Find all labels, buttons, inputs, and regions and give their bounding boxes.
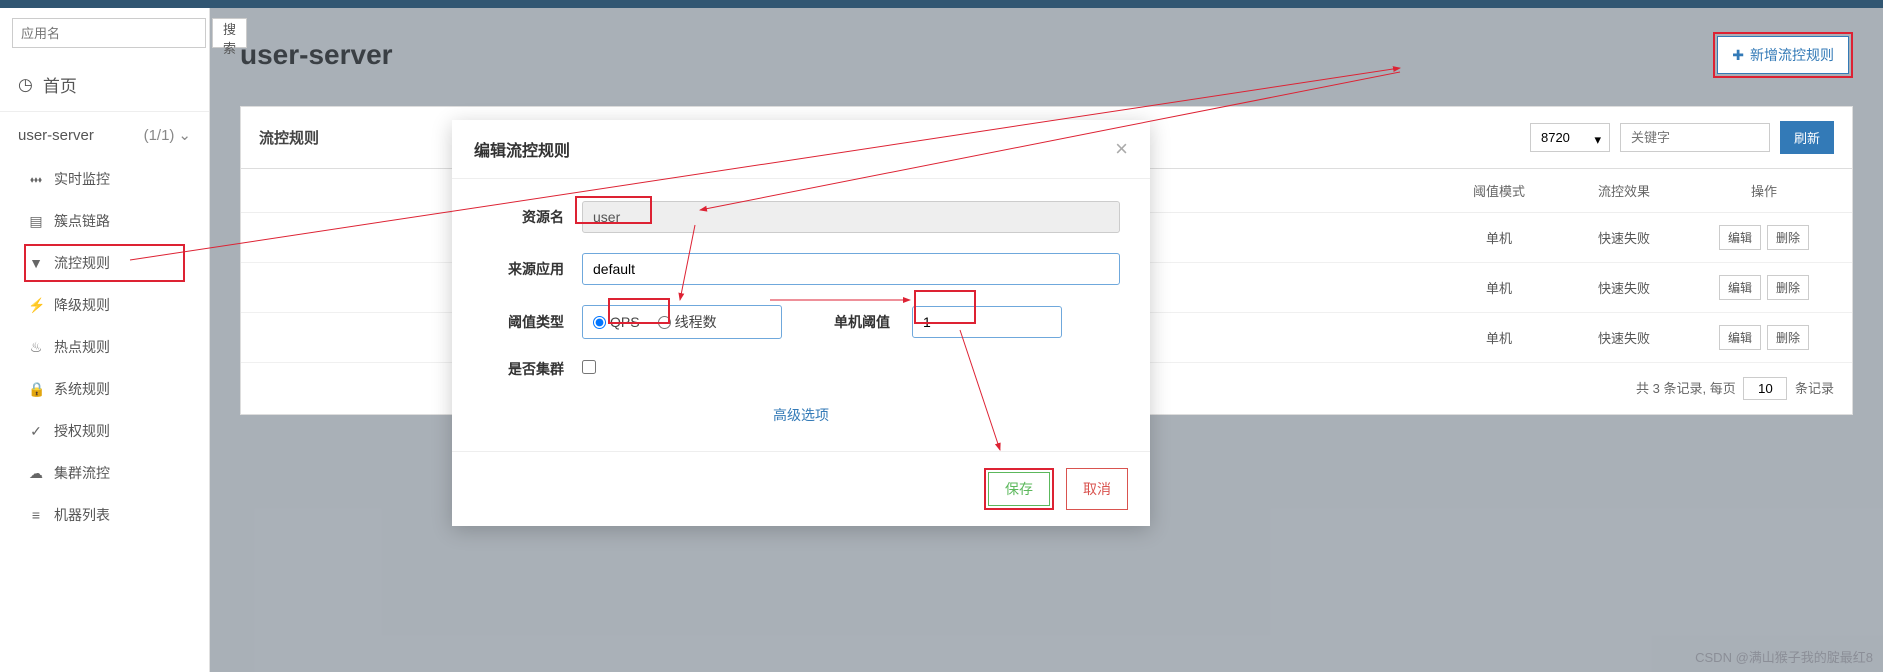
cluster-checkbox[interactable] bbox=[582, 360, 596, 374]
sidebar-item-cluster-points[interactable]: ▤ 簇点链路 bbox=[0, 200, 209, 242]
sidebar-item-degrade[interactable]: ⚡ 降级规则 bbox=[0, 284, 209, 326]
radio-thread[interactable]: 线程数 bbox=[658, 312, 717, 332]
fire-icon: ♨ bbox=[28, 339, 44, 356]
column-mode: 阈值模式 bbox=[1444, 181, 1554, 200]
save-button[interactable]: 保存 bbox=[988, 472, 1050, 506]
chevron-down-icon: ▾ bbox=[1594, 132, 1601, 148]
sidebar-item-label: 集群流控 bbox=[54, 463, 110, 483]
delete-button[interactable]: 删除 bbox=[1767, 275, 1809, 300]
filter-icon: ▼ bbox=[28, 255, 44, 271]
panel-title: 流控规则 bbox=[259, 127, 319, 148]
threshold-input[interactable] bbox=[912, 306, 1062, 338]
delete-button[interactable]: 删除 bbox=[1767, 225, 1809, 250]
home-link[interactable]: ◷ 首页 bbox=[0, 58, 209, 112]
type-label: 阈值类型 bbox=[482, 312, 582, 332]
cell-effect: 快速失败 bbox=[1554, 328, 1694, 347]
sidebar-item-label: 机器列表 bbox=[54, 505, 110, 525]
app-search-input[interactable] bbox=[12, 18, 206, 48]
sidebar-item-label: 授权规则 bbox=[54, 421, 110, 441]
resource-input bbox=[582, 201, 1120, 233]
app-name: user-server bbox=[18, 127, 94, 144]
column-effect: 流控效果 bbox=[1554, 181, 1694, 200]
page-title: user-server bbox=[240, 39, 393, 71]
cell-mode: 单机 bbox=[1444, 228, 1554, 247]
threshold-label: 单机阈值 bbox=[834, 312, 890, 332]
home-label: 首页 bbox=[43, 72, 77, 97]
column-actions: 操作 bbox=[1694, 181, 1834, 200]
edit-button[interactable]: 编辑 bbox=[1719, 275, 1761, 300]
plus-icon: ✚ bbox=[1732, 47, 1744, 64]
pager-suffix: 条记录 bbox=[1795, 381, 1834, 396]
sidebar-item-realtime[interactable]: ⬪⬪⬪ 实时监控 bbox=[0, 158, 209, 200]
sidebar-item-machines[interactable]: ≡ 机器列表 bbox=[0, 494, 209, 536]
sidebar: 搜索 ◷ 首页 user-server (1/1) ⌄ ⬪⬪⬪实时监控 ▤簇点链… bbox=[0, 8, 210, 672]
refresh-button[interactable]: 刷新 bbox=[1780, 121, 1834, 154]
add-btn-label: 新增流控规则 bbox=[1750, 45, 1834, 65]
sidebar-item-label: 实时监控 bbox=[54, 169, 110, 189]
page-size-input[interactable] bbox=[1743, 377, 1787, 400]
radio-qps-label: QPS bbox=[610, 314, 640, 330]
sidebar-item-label: 降级规则 bbox=[54, 295, 110, 315]
resource-label: 资源名 bbox=[482, 207, 582, 227]
chart-icon: ⬪⬪⬪ bbox=[28, 171, 44, 188]
app-toggle[interactable]: user-server (1/1) ⌄ bbox=[0, 112, 209, 158]
radio-qps-input[interactable] bbox=[593, 316, 606, 329]
sidebar-item-hotspot[interactable]: ♨ 热点规则 bbox=[0, 326, 209, 368]
radio-qps[interactable]: QPS bbox=[593, 314, 640, 330]
sidebar-item-label: 系统规则 bbox=[54, 379, 110, 399]
sidebar-item-label: 簇点链路 bbox=[54, 211, 110, 231]
lock-icon: 🔒 bbox=[28, 381, 44, 398]
sidebar-item-system[interactable]: 🔒 系统规则 bbox=[0, 368, 209, 410]
list-icon: ▤ bbox=[28, 213, 44, 230]
sidebar-item-flow-rules[interactable]: ▼ 流控规则 bbox=[24, 244, 185, 282]
port-select[interactable]: 8720 ▾ bbox=[1530, 123, 1610, 152]
chevron-down-icon: ⌄ bbox=[178, 126, 191, 144]
add-flow-rule-button[interactable]: ✚ 新增流控规则 bbox=[1717, 36, 1849, 74]
sidebar-item-authority[interactable]: ✓ 授权规则 bbox=[0, 410, 209, 452]
cell-effect: 快速失败 bbox=[1554, 228, 1694, 247]
server-icon: ≡ bbox=[28, 507, 44, 523]
delete-button[interactable]: 删除 bbox=[1767, 325, 1809, 350]
clock-icon: ◷ bbox=[18, 75, 33, 95]
edit-button[interactable]: 编辑 bbox=[1719, 325, 1761, 350]
sidebar-item-cluster-flow[interactable]: ☁ 集群流控 bbox=[0, 452, 209, 494]
advanced-options-link[interactable]: 高级选项 bbox=[482, 399, 1120, 441]
edit-rule-modal: 编辑流控规则 × 资源名 来源应用 阈值类型 QPS 线程数 单机阈值 是否集群 bbox=[452, 120, 1150, 526]
bolt-icon: ⚡ bbox=[28, 297, 44, 314]
modal-title: 编辑流控规则 bbox=[474, 137, 570, 161]
cluster-label: 是否集群 bbox=[482, 359, 582, 379]
cloud-icon: ☁ bbox=[28, 465, 44, 482]
sidebar-item-label: 流控规则 bbox=[54, 253, 110, 273]
edit-button[interactable]: 编辑 bbox=[1719, 225, 1761, 250]
port-value: 8720 bbox=[1541, 130, 1570, 145]
pager-prefix: 共 3 条记录, 每页 bbox=[1636, 381, 1736, 396]
cell-mode: 单机 bbox=[1444, 328, 1554, 347]
app-count: (1/1) bbox=[144, 127, 175, 144]
watermark: CSDN @满山猴子我的腚最红8 bbox=[1695, 647, 1873, 666]
close-icon[interactable]: × bbox=[1115, 136, 1128, 162]
cancel-button[interactable]: 取消 bbox=[1066, 468, 1128, 510]
cell-mode: 单机 bbox=[1444, 278, 1554, 297]
cell-effect: 快速失败 bbox=[1554, 278, 1694, 297]
check-icon: ✓ bbox=[28, 423, 44, 440]
radio-thread-input[interactable] bbox=[658, 316, 671, 329]
source-label: 来源应用 bbox=[482, 259, 582, 279]
radio-thread-label: 线程数 bbox=[675, 312, 717, 332]
threshold-type-group: QPS 线程数 bbox=[582, 305, 782, 339]
sidebar-item-label: 热点规则 bbox=[54, 337, 110, 357]
source-input[interactable] bbox=[582, 253, 1120, 285]
keyword-input[interactable] bbox=[1620, 123, 1770, 152]
